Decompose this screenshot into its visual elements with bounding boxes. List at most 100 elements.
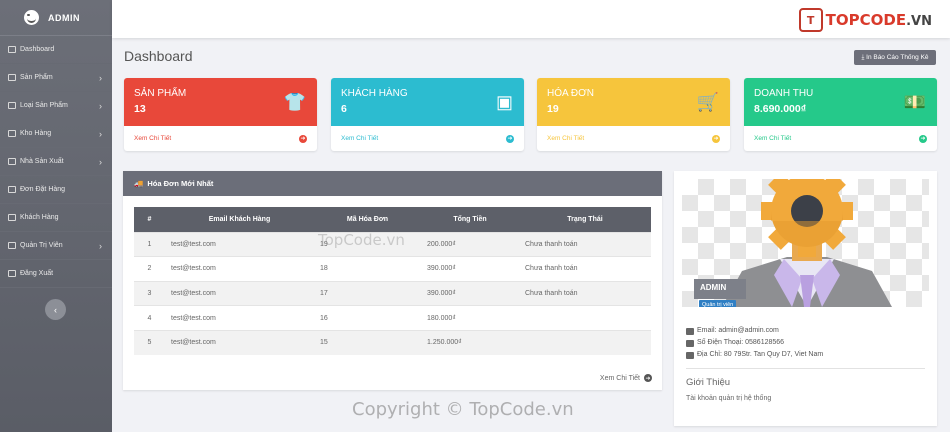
stat-value: 19	[547, 103, 559, 115]
stat-card-2: HÓA ĐƠN 19 🛒 Xem Chi Tiết ➜	[537, 78, 730, 151]
see-all-orders-link[interactable]: Xem Chi Tiết ➜	[600, 374, 652, 382]
tshirt-icon: 👕	[283, 92, 306, 112]
topcode-logo-icon: T	[798, 8, 823, 32]
phone-icon	[686, 339, 694, 347]
table-row[interactable]: 4 test@test.com 16 180.000₫	[134, 305, 651, 331]
stat-card-header: DOANH THU 8.690.000₫ 💵	[744, 78, 937, 126]
sidebar-item-label: Đơn Đặt Hàng	[20, 186, 66, 193]
users-icon	[8, 214, 16, 221]
table-cell: test@test.com	[165, 305, 314, 331]
table-cell: Chưa thanh toán	[519, 231, 651, 257]
envelope-icon	[686, 327, 694, 335]
print-report-button[interactable]: ⤓ In Báo Cáo Thống Kê	[854, 50, 936, 65]
sidebar-brand[interactable]: ADMIN	[0, 0, 112, 36]
tag-icon	[8, 102, 16, 109]
stat-value: 6	[341, 103, 347, 115]
orders-table: # Email Khách Hàng Mã Hóa Đơn Tổng Tiền Trạn…	[134, 207, 651, 355]
chevron-right-icon: ›	[99, 100, 102, 111]
table-cell: 3	[134, 280, 165, 306]
table-cell: 4	[134, 305, 165, 331]
column-header[interactable]: Email Khách Hàng	[165, 207, 314, 232]
dashboard-icon	[8, 46, 16, 53]
sidebar-item-7[interactable]: Quản Trị Viên ›	[0, 232, 112, 260]
sidebar-item-label: Quản Trị Viên	[20, 242, 63, 249]
stat-details-link[interactable]: Xem Chi Tiết ➜	[331, 126, 524, 151]
table-cell: 1	[134, 231, 165, 257]
table-cell: 15	[314, 329, 421, 355]
stat-card-0: SẢN PHẨM 13 👕 Xem Chi Tiết ➜	[124, 78, 317, 151]
profile-name: ADMIN	[694, 279, 746, 299]
stat-card-header: HÓA ĐƠN 19 🛒	[537, 78, 730, 126]
stat-details-link[interactable]: Xem Chi Tiết ➜	[537, 126, 730, 151]
panel-header: 🚚 Hóa Đơn Mới Nhất	[123, 171, 662, 196]
chevron-left-icon: ‹	[54, 304, 57, 315]
column-header[interactable]: #	[134, 207, 165, 232]
chevron-right-icon: ›	[99, 156, 102, 167]
sidebar-item-8[interactable]: Đăng Xuất	[0, 260, 112, 288]
stat-label: DOANH THU	[754, 88, 814, 99]
profile-info: Email: admin@admin.com Số Điện Thoại: 05…	[686, 325, 823, 361]
table-cell: Chưa thanh toán	[519, 280, 651, 306]
stat-details-link[interactable]: Xem Chi Tiết ➜	[124, 126, 317, 151]
column-header[interactable]: Mã Hóa Đơn	[314, 207, 421, 232]
sidebar-item-label: Khách Hàng	[20, 214, 59, 221]
sidebar-item-label: Sản Phẩm	[20, 74, 53, 81]
stat-label: SẢN PHẨM	[134, 88, 187, 99]
table-cell: 17	[314, 280, 421, 306]
table-cell: 16	[314, 305, 421, 331]
sidebar-collapse-button[interactable]: ‹	[45, 299, 66, 320]
chevron-right-icon: ›	[99, 128, 102, 139]
sidebar-item-label: Dashboard	[20, 46, 55, 53]
stat-value: 13	[134, 103, 146, 115]
table-cell	[519, 329, 651, 355]
sidebar-item-5[interactable]: Đơn Đặt Hàng	[0, 176, 112, 204]
phone-row: Số Điện Thoại: 0586128566	[686, 337, 823, 349]
sidebar-item-4[interactable]: Nhà Sản Xuất ›	[0, 148, 112, 176]
contact-card-icon: ▣	[495, 92, 513, 112]
map-icon	[686, 351, 694, 359]
column-header[interactable]: Tổng Tiền	[421, 207, 519, 232]
divider	[686, 368, 925, 369]
factory-icon	[8, 158, 16, 165]
table-row[interactable]: 3 test@test.com 17 390.000₫ Chưa thanh toán	[134, 280, 651, 306]
email-row: Email: admin@admin.com	[686, 325, 823, 337]
topcode-logo[interactable]: T TOPCODE.VN	[798, 8, 932, 32]
watermark-copyright: Copyright © TopCode.vn	[352, 399, 574, 420]
intro-heading: Giới Thiệu	[686, 377, 731, 388]
sidebar-item-1[interactable]: Sản Phẩm ›	[0, 64, 112, 92]
smiley-logo-icon	[24, 10, 39, 25]
table-row[interactable]: 5 test@test.com 15 1.250.000₫	[134, 329, 651, 355]
arrow-right-icon: ➜	[506, 134, 514, 143]
table-cell: 1.250.000₫	[421, 329, 519, 355]
stat-card-3: DOANH THU 8.690.000₫ 💵 Xem Chi Tiết ➜	[744, 78, 937, 151]
stat-details-link[interactable]: Xem Chi Tiết ➜	[744, 126, 937, 151]
sidebar-item-3[interactable]: Kho Hàng ›	[0, 120, 112, 148]
sidebar-item-label: Kho Hàng	[20, 130, 52, 137]
stat-card-header: KHÁCH HÀNG 6 ▣	[331, 78, 524, 126]
arrow-right-icon: ➜	[919, 134, 927, 143]
table-cell: test@test.com	[165, 280, 314, 306]
chevron-right-icon: ›	[99, 72, 102, 83]
table-cell: 390.000₫	[421, 280, 519, 306]
sidebar-item-label: Nhà Sản Xuất	[20, 158, 64, 165]
arrow-right-icon: ➜	[299, 134, 307, 143]
stat-card-1: KHÁCH HÀNG 6 ▣ Xem Chi Tiết ➜	[331, 78, 524, 151]
sidebar: ADMIN Dashboard Sản Phẩm › Loại Sản Phẩm › Kh…	[0, 0, 112, 432]
sidebar-item-6[interactable]: Khách Hàng	[0, 204, 112, 232]
table-row[interactable]: 2 test@test.com 18 390.000₫ Chưa thanh toán	[134, 256, 651, 282]
table-cell: 390.000₫	[421, 256, 519, 282]
intro-text: Tài khoản quản trị hệ thống	[686, 395, 772, 402]
truck-icon: 🚚	[134, 179, 144, 188]
panel-title: Hóa Đơn Mới Nhất	[147, 179, 214, 188]
logo-text: TOPCODE.VN	[825, 11, 932, 29]
column-header[interactable]: Trạng Thái	[519, 207, 651, 232]
table-cell: 2	[134, 256, 165, 282]
table-cell: 5	[134, 329, 165, 355]
logout-icon	[8, 270, 16, 277]
sidebar-item-0[interactable]: Dashboard	[0, 36, 112, 64]
table-cell: test@test.com	[165, 256, 314, 282]
stat-label: KHÁCH HÀNG	[341, 88, 408, 99]
address-row: Địa Chỉ: 80 79Str. Tan Quy D7, Viet Nam	[686, 349, 823, 361]
admin-icon	[8, 242, 16, 249]
sidebar-item-2[interactable]: Loại Sản Phẩm ›	[0, 92, 112, 120]
